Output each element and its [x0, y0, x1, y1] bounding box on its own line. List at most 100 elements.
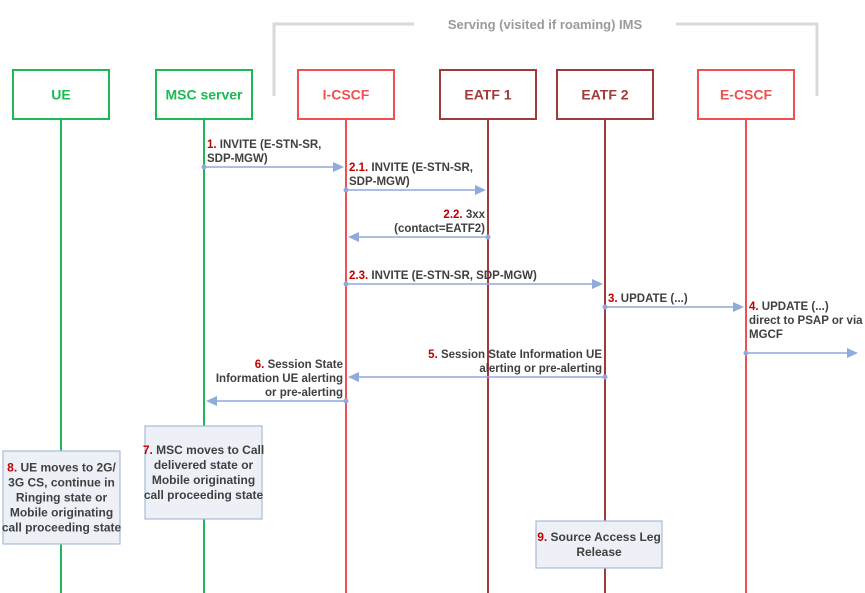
arrowhead	[206, 396, 217, 406]
entity-ecscf: E-CSCF	[697, 69, 795, 120]
message-2-3: 2.3. INVITE (E-STN-SR, SDP-MGW)	[343, 270, 603, 289]
sequence-diagram: Serving (visited if roaming) IMS UE MSC s…	[2, 17, 863, 593]
entity-label: MSC server	[165, 87, 243, 103]
note-line: Mobile originating	[152, 473, 255, 487]
notes: 8. UE moves to 2G/3G CS, continue inRing…	[2, 425, 663, 569]
note-line: delivered state or	[154, 458, 254, 472]
note-text: Ringing state or	[16, 491, 108, 505]
step-number: 6.	[255, 359, 268, 371]
ims-group-label: Serving (visited if roaming) IMS	[448, 17, 643, 32]
message-text: SDP-MGW)	[207, 153, 268, 165]
message-2-2: 2.2. 3xx (contact=EATF2)	[348, 209, 491, 242]
message-label: MGCF	[749, 329, 783, 341]
message-text: UPDATE (...)	[621, 293, 688, 305]
arrowhead	[348, 232, 359, 242]
arrowhead	[475, 185, 486, 195]
note-text: Mobile originating	[152, 473, 255, 487]
entity-label: E-CSCF	[720, 87, 773, 103]
message-text: MGCF	[749, 329, 783, 341]
message-text: INVITE (E-STN-SR,	[220, 139, 322, 151]
step-number: 2.1.	[349, 162, 371, 174]
message-label: Information UE alerting	[216, 373, 343, 385]
note-text: delivered state or	[154, 458, 254, 472]
message-origin-dot	[743, 350, 749, 356]
message-label: 2.1. INVITE (E-STN-SR,	[349, 162, 473, 174]
message-label: 5. Session State Information UE	[428, 349, 602, 361]
step-number: 5.	[428, 349, 441, 361]
message-text: UPDATE (...)	[762, 301, 829, 313]
message-1: 1. INVITE (E-STN-SR, SDP-MGW)	[201, 139, 344, 172]
step-number: 8.	[7, 461, 20, 475]
note-line: call proceeding state	[144, 488, 264, 502]
entity-ue: UE	[12, 69, 110, 120]
note-line: call proceeding state	[2, 521, 122, 535]
step-number: 7.	[143, 443, 156, 457]
message-label: SDP-MGW)	[349, 176, 410, 188]
message-label: 1. INVITE (E-STN-SR,	[207, 139, 321, 151]
message-text: INVITE (E-STN-SR, SDP-MGW)	[371, 270, 537, 282]
note-line: Ringing state or	[16, 491, 108, 505]
message-2-1: 2.1. INVITE (E-STN-SR, SDP-MGW)	[343, 162, 486, 195]
message-text: Session State	[268, 359, 343, 371]
note-line: Release	[576, 545, 622, 559]
note-line: 3G CS, continue in	[8, 476, 115, 490]
note-step-7: 7. MSC moves to Calldelivered state orMo…	[143, 425, 264, 520]
message-4: 4. UPDATE (...) direct to PSAP or via MGCF	[743, 301, 863, 358]
note-text: Mobile originating	[10, 506, 113, 520]
message-text: 3xx	[466, 209, 486, 221]
message-label: 2.2. 3xx	[443, 209, 485, 221]
step-number: 2.3.	[349, 270, 371, 282]
note-text: call proceeding state	[144, 488, 264, 502]
arrowhead	[847, 348, 858, 358]
note-line: UE moves to 2G/	[20, 461, 116, 475]
note-step-8: 8. UE moves to 2G/3G CS, continue inRing…	[2, 450, 122, 545]
message-6: 6. Session State Information UE alerting o…	[206, 359, 349, 406]
message-origin-dot	[343, 281, 349, 287]
step-number: 1.	[207, 139, 220, 151]
entity-label: UE	[51, 87, 70, 103]
step-number: 2.2.	[443, 209, 465, 221]
note-step-9: 9. Source Access LegRelease	[535, 520, 663, 569]
entity-icscf: I-CSCF	[297, 69, 395, 120]
note-line: MSC moves to Call	[156, 443, 264, 457]
message-text: SDP-MGW)	[349, 176, 410, 188]
arrowhead	[592, 279, 603, 289]
entity-msc: MSC server	[155, 69, 253, 120]
message-label: (contact=EATF2)	[394, 223, 485, 235]
arrowhead	[333, 162, 344, 172]
message-origin-dot	[343, 398, 349, 404]
message-label: 4. UPDATE (...)	[749, 301, 829, 313]
note-line: Mobile originating	[10, 506, 113, 520]
message-text: Session State Information UE	[441, 349, 602, 361]
note-text: 8. UE moves to 2G/	[7, 461, 116, 475]
step-number: 9.	[537, 530, 550, 544]
message-label: direct to PSAP or via	[749, 315, 863, 327]
message-5: 5. Session State Information UE alerting …	[348, 349, 608, 382]
message-text: direct to PSAP or via	[749, 315, 863, 327]
message-origin-dot	[343, 187, 349, 193]
message-origin-dot	[602, 304, 608, 310]
message-3: 3. UPDATE (...)	[602, 293, 744, 312]
entity-label: EATF 1	[464, 87, 511, 103]
entities: UE MSC server I-CSCF EATF 1 EATF 2 E-CSCF	[12, 69, 795, 120]
note-text: 3G CS, continue in	[8, 476, 115, 490]
note-line: Source Access Leg	[551, 530, 661, 544]
message-text: INVITE (E-STN-SR,	[371, 162, 473, 174]
step-number: 4.	[749, 301, 762, 313]
messages: 1. INVITE (E-STN-SR,SDP-MGW)2.1. INVITE …	[201, 139, 863, 406]
note-text: 9. Source Access Leg	[537, 530, 661, 544]
message-text: alerting or pre-alerting	[479, 363, 602, 375]
entity-label: I-CSCF	[323, 87, 370, 103]
arrowhead	[348, 372, 359, 382]
entity-eatf2: EATF 2	[556, 69, 654, 120]
message-origin-dot	[602, 374, 608, 380]
message-origin-dot	[485, 234, 491, 240]
entity-eatf1: EATF 1	[439, 69, 537, 120]
message-text: (contact=EATF2)	[394, 223, 485, 235]
note-text: Release	[576, 545, 622, 559]
message-origin-dot	[201, 164, 207, 170]
arrowhead	[733, 302, 744, 312]
message-label: 2.3. INVITE (E-STN-SR, SDP-MGW)	[349, 270, 537, 282]
note-text: call proceeding state	[2, 521, 122, 535]
note-text: 7. MSC moves to Call	[143, 443, 264, 457]
